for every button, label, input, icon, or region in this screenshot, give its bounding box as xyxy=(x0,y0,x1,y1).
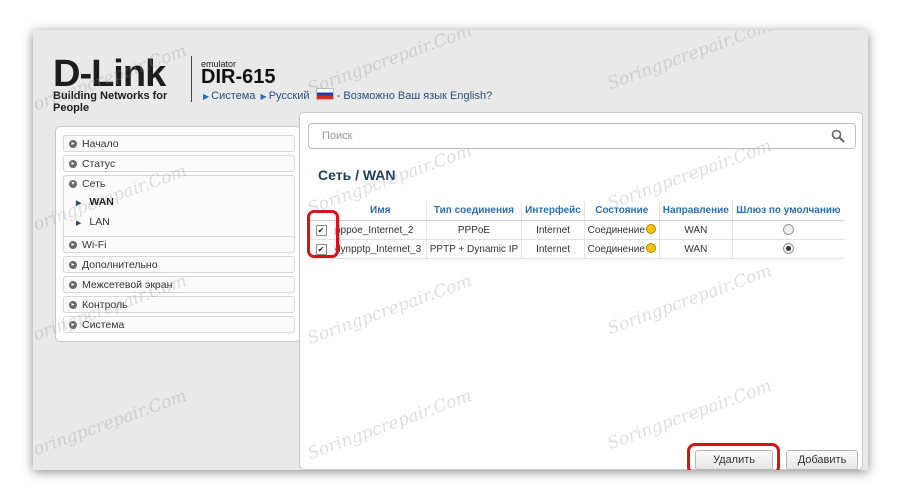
expand-icon: ▸ xyxy=(69,140,77,148)
expand-icon: ▸ xyxy=(69,261,77,269)
delete-button-highlight xyxy=(687,443,780,470)
page-title: Сеть / WAN xyxy=(318,167,396,183)
collapse-icon: ▾ xyxy=(69,180,77,188)
default-gateway-radio[interactable] xyxy=(782,243,794,255)
search-input[interactable]: Поиск xyxy=(308,123,856,149)
arrow-right-icon: ▶ xyxy=(260,92,267,101)
column-header-state[interactable]: Состояние xyxy=(583,201,660,221)
table-row[interactable]: ✔ pppoe_Internet_2 PPPoE Internet Соедин… xyxy=(308,220,844,240)
search-placeholder: Поиск xyxy=(322,130,353,142)
expand-icon: ▸ xyxy=(69,281,77,289)
connection-name[interactable]: pppoe_Internet_2 xyxy=(334,220,426,240)
expand-icon: ▸ xyxy=(69,301,77,309)
default-gateway-cell xyxy=(731,239,844,259)
logo-tagline: Building Networks for People xyxy=(53,90,168,114)
sidebar-item-system[interactable]: ▸ Система xyxy=(63,316,295,333)
language-prompt[interactable]: - Возможно Ваш язык English? xyxy=(337,90,493,102)
default-gateway-radio[interactable] xyxy=(782,224,794,236)
search-icon[interactable] xyxy=(831,129,845,143)
header-links: ▶ Система ▶ Русский - Возможно Ваш язык En… xyxy=(201,88,492,102)
table-header-row: Имя Тип соединения Интерфейс Состояние Н… xyxy=(308,201,844,221)
connection-direction: WAN xyxy=(658,220,733,240)
dlink-logo[interactable]: D-Link Building Networks for People xyxy=(53,53,203,114)
main-panel: Поиск Сеть / WAN Имя Тип соединения Инте… xyxy=(299,112,863,470)
sidebar-item-home[interactable]: ▸ Начало xyxy=(63,135,295,152)
expand-icon: ▸ xyxy=(69,160,77,168)
sidebar-item-label: Система xyxy=(82,319,125,331)
status-yellow-dot-icon xyxy=(645,224,656,234)
arrow-right-icon: ▶ xyxy=(76,220,82,227)
default-gateway-cell xyxy=(731,220,844,240)
connection-type: PPTP + Dynamic IP xyxy=(425,239,522,259)
connection-direction: WAN xyxy=(658,239,733,259)
column-header-interface[interactable]: Интерфейс xyxy=(521,201,585,221)
status-yellow-dot-icon xyxy=(645,243,656,253)
connection-state: Соединение xyxy=(583,220,660,240)
sidebar-item-label: Контроль xyxy=(82,299,128,311)
expand-icon: ▸ xyxy=(69,241,77,249)
router-ui-window: D-Link Building Networks for People emul… xyxy=(33,30,868,470)
model-name: DIR-615 xyxy=(201,66,276,88)
sidebar-item-label: Сеть xyxy=(82,178,106,190)
sidebar-item-firewall[interactable]: ▸ Межсетевой экран xyxy=(63,276,295,293)
state-label: Соединение xyxy=(587,244,645,255)
state-label: Соединение xyxy=(587,225,645,236)
system-link[interactable]: Система xyxy=(211,90,255,102)
watermark: Soringpcrepair.Com xyxy=(604,30,775,95)
language-link[interactable]: Русский xyxy=(269,90,310,102)
arrow-right-icon: ▶ xyxy=(76,200,82,207)
table-row[interactable]: ✔ dynpptp_Internet_3 PPTP + Dynamic IP I… xyxy=(308,239,844,259)
header-divider xyxy=(191,56,192,102)
sidebar-subitem-lan[interactable]: ▶ LAN xyxy=(76,214,110,232)
column-header-name[interactable]: Имя xyxy=(334,201,426,221)
sidebar-item-label: Межсетевой экран xyxy=(82,279,173,291)
wan-connections-table: Имя Тип соединения Интерфейс Состояние Н… xyxy=(308,201,844,259)
connection-interface: Internet xyxy=(521,220,585,240)
connection-interface: Internet xyxy=(521,239,585,259)
arrow-right-icon: ▶ xyxy=(203,92,210,101)
connection-type: PPPoE xyxy=(425,220,522,240)
sidebar-item-advanced[interactable]: ▸ Дополнительно xyxy=(63,256,295,273)
sidebar-subitem-wan[interactable]: ▶ WAN xyxy=(76,194,114,212)
sidebar-item-label: LAN xyxy=(89,216,110,228)
sidebar-item-label: Дополнительно xyxy=(82,259,158,271)
sidebar-item-label: WAN xyxy=(89,196,114,208)
sidebar-menu: ▸ Начало ▸ Статус ▾ Сеть ▶ WAN ▶ LAN ▸ Wi-… xyxy=(55,126,301,342)
sidebar-item-label: Начало xyxy=(82,138,119,150)
column-header-default-gateway[interactable]: Шлюз по умолчанию xyxy=(731,201,844,221)
connection-state: Соединение xyxy=(583,239,660,259)
add-button[interactable]: Добавить xyxy=(786,450,858,470)
connection-name[interactable]: dynpptp_Internet_3 xyxy=(334,239,426,259)
expand-icon: ▸ xyxy=(69,321,77,329)
column-header-direction[interactable]: Направление xyxy=(658,201,733,221)
watermark: Soringpcrepair.Com xyxy=(33,385,190,465)
sidebar-item-wifi[interactable]: ▸ Wi-Fi xyxy=(63,236,295,253)
sidebar-item-label: Wi-Fi xyxy=(82,239,107,251)
sidebar-item-label: Статус xyxy=(82,158,116,170)
logo-text: D-Link xyxy=(53,53,166,95)
russian-flag-icon xyxy=(315,88,334,100)
checkbox-highlight xyxy=(307,210,339,258)
sidebar-item-status[interactable]: ▸ Статус xyxy=(63,155,295,172)
column-header-type[interactable]: Тип соединения xyxy=(425,201,522,221)
sidebar-item-control[interactable]: ▸ Контроль xyxy=(63,296,295,313)
